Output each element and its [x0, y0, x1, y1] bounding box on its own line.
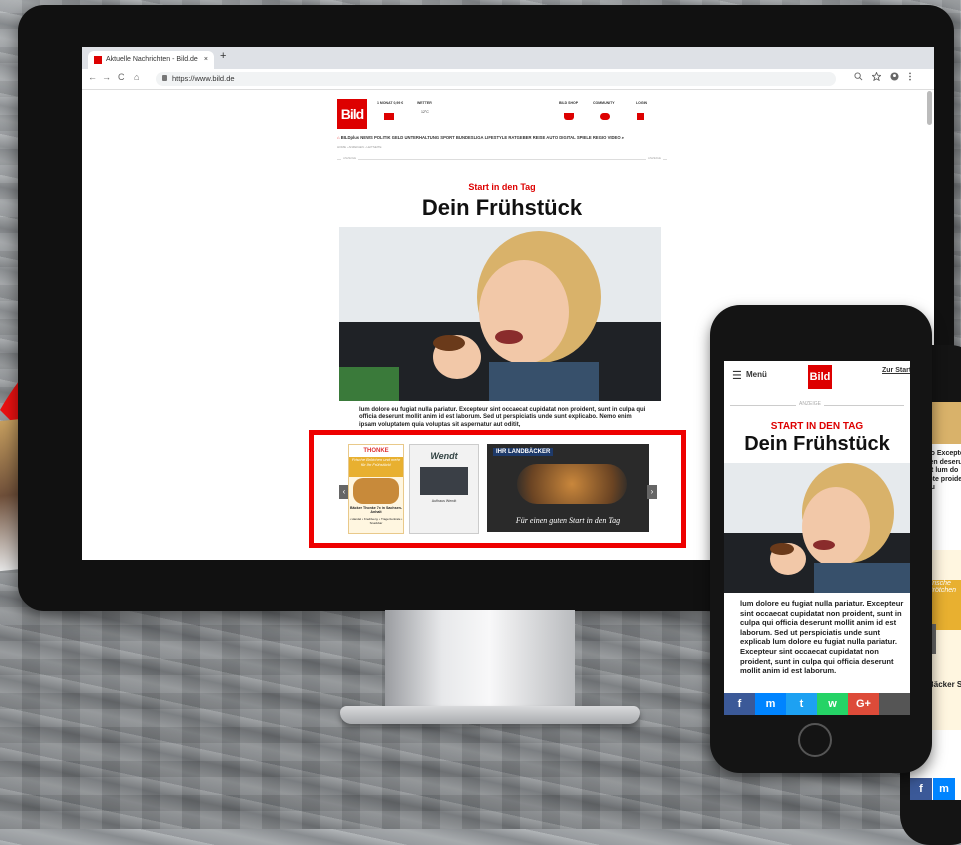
header-weather[interactable]: WETTER [417, 101, 432, 105]
phone1-screen: ☰ Menü Bild Zur Startseite Home ANZEIGE … [724, 361, 910, 715]
account-icon[interactable] [890, 72, 899, 81]
messenger-share-button[interactable]: m [933, 778, 955, 800]
nav-item[interactable]: VIDEO [608, 135, 621, 140]
smartphone-primary: ☰ Menü Bild Zur Startseite Home ANZEIGE … [710, 305, 932, 773]
monitor-stand [385, 610, 575, 710]
more-share-button[interactable] [879, 693, 910, 715]
phone1-body: lum dolore eu fugiat nulla pariatur. Exc… [740, 599, 904, 676]
article-title: Dein Frühstück [421, 195, 583, 220]
nav-item[interactable]: UNTERHALTUNG [405, 135, 440, 140]
tab-close-button[interactable]: × [204, 51, 208, 69]
facebook-share-button[interactable]: f [724, 693, 755, 715]
new-tab-button[interactable]: + [220, 50, 226, 62]
phone2-ad-caption: Bäcker S [928, 680, 961, 689]
article-kicker: Start in den Tag [468, 182, 536, 192]
lock-icon [162, 75, 167, 81]
breadcrumb: HOME › ANZEIGEN › LEITSEITE [337, 145, 382, 149]
menu-label[interactable]: Menü [746, 370, 767, 379]
scrollbar[interactable] [927, 91, 932, 125]
browser-tab[interactable]: Aktuelle Nachrichten - Bild.de × [88, 51, 214, 69]
nav-item[interactable]: NEWS [360, 135, 373, 140]
nav-item[interactable]: REGIO [593, 135, 607, 140]
nav-item[interactable]: REISE [533, 135, 546, 140]
header-shop[interactable]: BILD SHOP [559, 101, 578, 105]
phone2-ad-script: Frische Brötchen [928, 580, 961, 630]
facebook-share-button[interactable]: f [910, 778, 932, 800]
monitor-base [340, 706, 640, 724]
weather-temp: 12°C [421, 110, 429, 114]
nav-item[interactable]: SPIELE [577, 135, 592, 140]
phone1-anzeige-divider: ANZEIGE [730, 401, 904, 407]
nav-item[interactable]: SPORT [440, 135, 454, 140]
main-nav: ⌂ BILDplus NEWS POLITIK GELD UNTERHALTUN… [337, 135, 667, 140]
article-body: lum dolore eu fugiat nulla pariatur. Exc… [359, 407, 646, 428]
home-icon[interactable]: ⌂ [337, 135, 340, 140]
bildplus-icon [384, 113, 394, 120]
phone1-article-photo [724, 463, 910, 593]
nav-item[interactable]: BILDplus [341, 135, 359, 140]
nav-item[interactable]: LIFESTYLE [485, 135, 508, 140]
anzeige-label-right: ANZEIGE [645, 156, 663, 160]
hamburger-menu-icon[interactable]: ☰ [732, 369, 742, 382]
tab-bar: Aktuelle Nachrichten - Bild.de × + [82, 47, 934, 69]
googleplus-share-button[interactable]: G+ [848, 693, 879, 715]
anzeige-divider: ANZEIGE ANZEIGE [337, 156, 667, 160]
lock-login-icon [637, 113, 644, 120]
cart-icon [564, 113, 574, 120]
twitter-share-button[interactable]: t [786, 693, 817, 715]
nav-item[interactable]: GELD [392, 135, 404, 140]
ad-highlight-frame [309, 430, 686, 548]
header-subscribe[interactable]: 1 MONAT 0,99 € [377, 101, 403, 105]
nav-item[interactable]: RATGEBER [508, 135, 531, 140]
menu-dots-icon[interactable] [908, 72, 912, 81]
forward-button[interactable]: → [102, 72, 111, 82]
header-login[interactable]: LOGIN [636, 101, 647, 105]
messenger-share-button[interactable]: m [755, 693, 786, 715]
address-bar-row: ← → C ⌂ https://www.bild.de [82, 69, 934, 90]
home-button[interactable]: ⌂ [134, 72, 139, 82]
back-button[interactable]: ← [88, 72, 97, 82]
phone1-home-button[interactable] [798, 723, 832, 757]
speech-bubble-icon [600, 113, 610, 120]
phone1-title: Dein Frühstück [744, 433, 890, 455]
star-icon[interactable] [872, 72, 881, 81]
nav-item[interactable]: BUNDESLIGA [456, 135, 484, 140]
phone1-kicker: START IN DEN TAG [770, 421, 864, 432]
tab-title: Aktuelle Nachrichten - Bild.de [106, 56, 198, 63]
search-icon[interactable] [854, 72, 863, 81]
anzeige-label-left: ANZEIGE [341, 156, 359, 160]
whatsapp-share-button[interactable]: w [817, 693, 848, 715]
phone2-share-bar: f m [910, 778, 961, 800]
phone1-bild-logo[interactable]: Bild [808, 365, 832, 389]
nav-item[interactable]: AUTO [546, 135, 558, 140]
url-text: https://www.bild.de [172, 74, 235, 83]
phone1-home-link[interactable]: Zur Startseite Home [882, 367, 910, 375]
nav-item[interactable]: POLITIK [374, 135, 391, 140]
bild-logo[interactable]: Bild [337, 99, 367, 129]
reload-button[interactable]: C [118, 72, 125, 82]
nav-search-icon[interactable]: ⌕ [622, 135, 624, 140]
phone1-share-bar: f m t w G+ [724, 693, 910, 715]
header-community[interactable]: COMMUNITY [593, 101, 615, 105]
phone1-anzeige-label: ANZEIGE [796, 401, 824, 407]
article-photo-girl [339, 227, 661, 401]
bild-favicon-icon [94, 56, 102, 64]
url-input[interactable]: https://www.bild.de [156, 72, 836, 86]
nav-item[interactable]: DIGITAL [559, 135, 575, 140]
